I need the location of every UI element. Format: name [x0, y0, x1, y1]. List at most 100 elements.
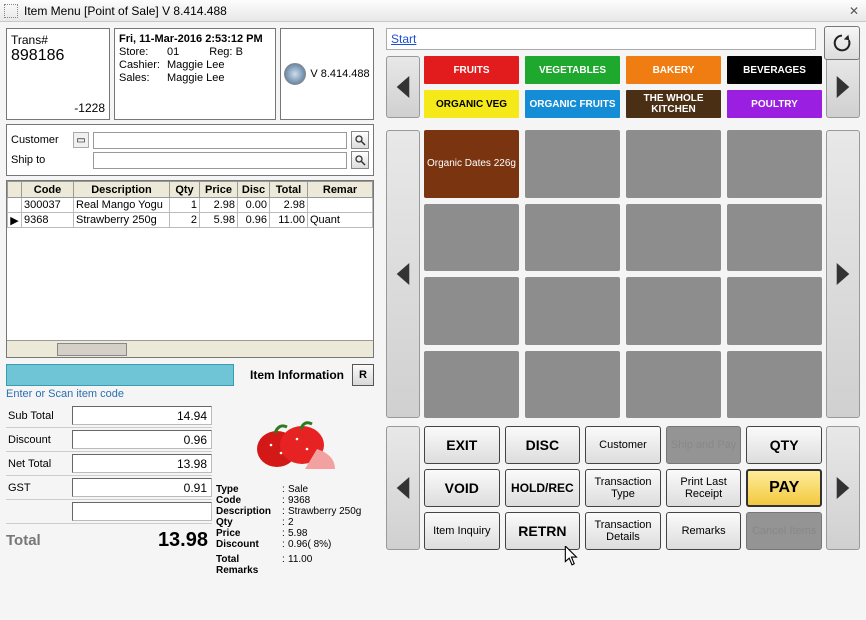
product-next-button[interactable]: [826, 130, 860, 418]
ii-qty-label: Qty: [216, 517, 282, 528]
line-items-grid[interactable]: Code Description Qty Price Disc Total Re…: [6, 180, 374, 358]
scan-input[interactable]: [6, 364, 234, 386]
grand-value: 13.98: [72, 529, 212, 552]
gst-value: 0.91: [72, 478, 212, 497]
category-next-button[interactable]: [826, 56, 860, 118]
item-image: [245, 406, 345, 482]
ii-code-label: Code: [216, 495, 282, 506]
category-the-whole-kitchen[interactable]: THE WHOLE KITCHEN: [626, 90, 721, 118]
product-cell: [424, 351, 519, 419]
col-remarks[interactable]: Remar: [308, 182, 373, 198]
product-cell: [525, 130, 620, 198]
breadcrumb-start[interactable]: Start: [391, 32, 416, 46]
product-cell: [727, 130, 822, 198]
product-cell: [424, 277, 519, 345]
product-cell: [525, 277, 620, 345]
function-prev-button[interactable]: [386, 426, 420, 550]
header-datetime: Fri, 11-Mar-2016 2:53:12 PM: [119, 33, 271, 45]
discount-label: Discount: [6, 434, 72, 446]
ii-qty: 2: [288, 517, 294, 528]
grid-scrollbar[interactable]: [7, 340, 373, 357]
product-organic-dates-226g[interactable]: Organic Dates 226g: [424, 130, 519, 198]
cancel-button[interactable]: Cancel Items: [746, 512, 822, 550]
sales-value: Maggie Lee: [167, 72, 225, 84]
retrn-button[interactable]: RETRN: [505, 512, 581, 550]
trans-label: Trans#: [11, 33, 105, 47]
holdrec-button[interactable]: HOLD/REC: [505, 469, 581, 507]
trans-number: 898186: [11, 47, 105, 65]
category-vegetables[interactable]: VEGETABLES: [525, 56, 620, 84]
version-box: V 8.414.488: [280, 28, 374, 120]
shippay-button[interactable]: Ship and Pay: [666, 426, 742, 464]
nettotal-label: Net Total: [6, 458, 72, 470]
product-cell: [727, 204, 822, 272]
ii-discount: 0.96( 8%): [288, 539, 331, 550]
printlast-button[interactable]: Print Last Receipt: [666, 469, 742, 507]
table-row[interactable]: 300037Real Mango Yogu12.980.002.98: [8, 198, 373, 213]
category-organic-fruits[interactable]: ORGANIC FRUITS: [525, 90, 620, 118]
version-text: V 8.414.488: [310, 68, 369, 80]
reg-label: Reg:: [209, 46, 232, 58]
scan-hint: Enter or Scan item code: [6, 388, 374, 402]
header-details: Fri, 11-Mar-2016 2:53:12 PM Store:01Reg:…: [114, 28, 276, 120]
qty-button[interactable]: QTY: [746, 426, 822, 464]
customer-input[interactable]: [93, 132, 347, 149]
exit-button[interactable]: EXIT: [424, 426, 500, 464]
product-cell: [626, 277, 721, 345]
shipto-search-button[interactable]: [351, 151, 369, 169]
item-info-heading: Item Information: [238, 368, 348, 382]
transdet-button[interactable]: Transaction Details: [585, 512, 661, 550]
app-icon: [4, 4, 18, 18]
ii-price-label: Price: [216, 528, 282, 539]
category-organic-veg[interactable]: ORGANIC VEG: [424, 90, 519, 118]
col-price[interactable]: Price: [200, 182, 238, 198]
transtype-button[interactable]: Transaction Type: [585, 469, 661, 507]
ii-total: 11.00: [288, 554, 312, 565]
category-prev-button[interactable]: [386, 56, 420, 118]
col-total[interactable]: Total: [270, 182, 308, 198]
shipto-input[interactable]: [93, 152, 347, 169]
cashier-label: Cashier:: [119, 59, 167, 71]
product-cell: [525, 351, 620, 419]
pay-button[interactable]: PAY: [746, 469, 822, 507]
customer-label: Customer: [11, 134, 69, 146]
store-label: Store:: [119, 46, 167, 58]
close-icon[interactable]: ✕: [846, 3, 862, 19]
product-prev-button[interactable]: [386, 130, 420, 418]
customer-search-button[interactable]: [351, 131, 369, 149]
col-desc[interactable]: Description: [74, 182, 170, 198]
ii-type-label: Type: [216, 484, 282, 495]
blank-value: [72, 502, 212, 521]
r-button[interactable]: R: [352, 364, 374, 386]
iteminq-button[interactable]: Item Inquiry: [424, 512, 500, 550]
ii-code: 9368: [288, 495, 310, 506]
subtotal-value: 14.94: [72, 406, 212, 425]
ii-desc: Strawberry 250g: [288, 506, 361, 517]
product-cell: [525, 204, 620, 272]
product-cell: [727, 351, 822, 419]
ii-total-label: Total: [216, 554, 282, 565]
ii-type: Sale: [288, 484, 308, 495]
void-button[interactable]: VOID: [424, 469, 500, 507]
breadcrumb: Start: [386, 28, 816, 50]
category-poultry[interactable]: POULTRY: [727, 90, 822, 118]
disc-button[interactable]: DISC: [505, 426, 581, 464]
table-row[interactable]: ▶9368Strawberry 250g25.980.9611.00Quant: [8, 213, 373, 228]
col-qty[interactable]: Qty: [170, 182, 200, 198]
window-titlebar: Item Menu [Point of Sale] V 8.414.488 ✕: [0, 0, 866, 22]
col-code[interactable]: Code: [22, 182, 74, 198]
remarks-button[interactable]: Remarks: [666, 512, 742, 550]
category-fruits[interactable]: FRUITS: [424, 56, 519, 84]
window-title: Item Menu [Point of Sale] V 8.414.488: [24, 4, 227, 18]
discount-value: 0.96: [72, 430, 212, 449]
nettotal-value: 13.98: [72, 454, 212, 473]
function-next-button[interactable]: [826, 426, 860, 550]
col-disc[interactable]: Disc: [238, 182, 270, 198]
product-cell: [626, 130, 721, 198]
subtotal-label: Sub Total: [6, 410, 72, 422]
category-bakery[interactable]: BAKERY: [626, 56, 721, 84]
customer-button[interactable]: Customer: [585, 426, 661, 464]
refresh-button[interactable]: [824, 26, 860, 60]
shipto-label: Ship to: [11, 154, 69, 166]
category-beverages[interactable]: BEVERAGES: [727, 56, 822, 84]
